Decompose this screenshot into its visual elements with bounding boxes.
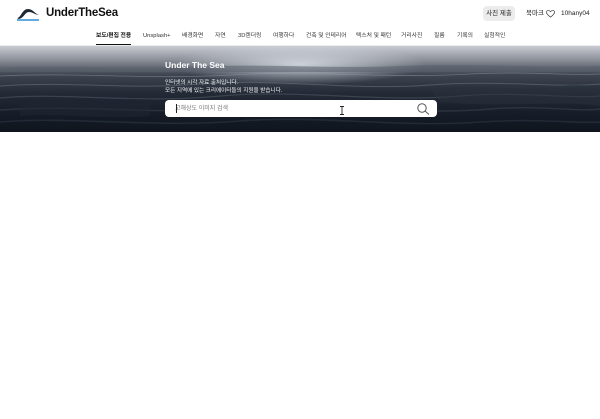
header: UnderTheSea 사진 제출 북마크 10hany04	[0, 0, 600, 28]
text-cursor-icon	[340, 106, 344, 115]
search-bar[interactable]	[165, 100, 437, 117]
submit-photo-button[interactable]: 사진 제출	[483, 6, 515, 21]
nav-item-travel[interactable]: 여행하다	[273, 32, 294, 44]
hero-subtitle-line-2: 모든 지역에 있는 크리에이터들의 지원을 받습니다.	[165, 88, 283, 94]
search-input[interactable]	[175, 103, 405, 114]
nav-item-3d-renders[interactable]: 3D렌더링	[238, 32, 261, 44]
nav-item-wallpapers[interactable]: 배경화면	[182, 32, 203, 44]
hero-subtitle-line-1: 인터넷의 시각 자료 출처입니다.	[165, 80, 239, 86]
heart-icon	[546, 9, 555, 18]
user-menu[interactable]: 10hany04	[561, 6, 590, 21]
nav-item-architecture[interactable]: 건축 및 인테리어	[306, 32, 347, 44]
hero-banner: Under The Sea 인터넷의 시각 자료 출처입니다. 모든 지역에 있…	[0, 46, 600, 132]
nav-item-archival[interactable]: 기록의	[457, 32, 473, 44]
nav-item-film[interactable]: 필름	[434, 32, 445, 44]
category-nav: 보도/편집 전용 Unsplash+ 배경화면 자연 3D렌더링 여행하다 건축…	[0, 28, 600, 46]
hero-title: Under The Sea	[165, 60, 225, 70]
nav-item-unsplash-plus[interactable]: Unsplash+	[143, 32, 171, 44]
brand-name[interactable]: UnderTheSea	[46, 7, 118, 19]
bookmark-link[interactable]: 북마크	[526, 6, 555, 21]
nav-item-nature[interactable]: 자연	[215, 32, 226, 44]
nav-item-editorial[interactable]: 보도/편집 전용	[96, 32, 132, 45]
nav-item-experimental[interactable]: 실험적인	[484, 32, 505, 44]
search-icon[interactable]	[416, 103, 430, 115]
logo-icon[interactable]	[16, 5, 40, 21]
nav-item-textures[interactable]: 텍스처 및 패턴	[356, 32, 391, 44]
text-caret	[176, 104, 177, 113]
nav-item-street[interactable]: 거리사진	[401, 32, 422, 44]
ocean-background	[0, 65, 600, 125]
bookmark-label: 북마크	[526, 10, 544, 17]
